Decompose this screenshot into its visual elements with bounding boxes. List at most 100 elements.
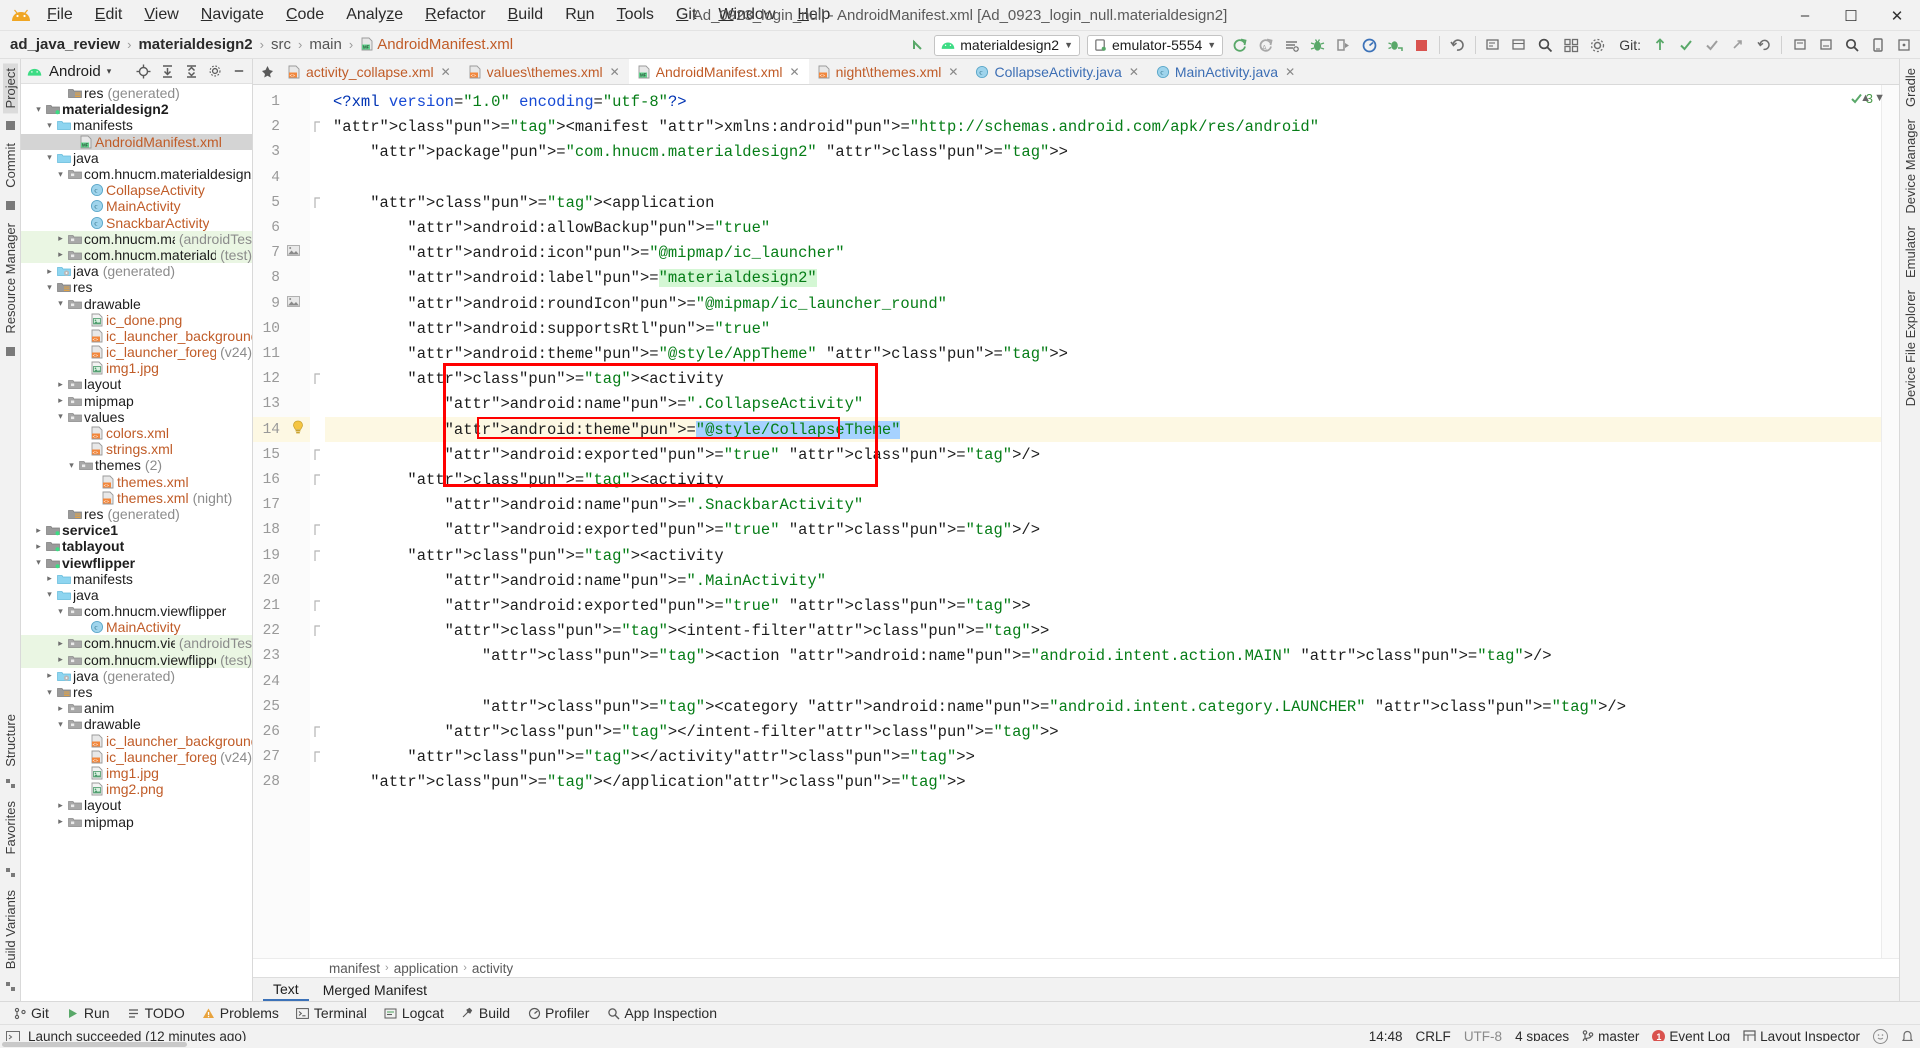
breadcrumb[interactable]: ad_java_review › materialdesign2 › src › main ›… [8, 36, 515, 53]
chevron-down-icon[interactable]: ▾ [54, 298, 67, 309]
rail-tab-favorites[interactable]: Favorites [3, 796, 18, 859]
breadcrumb-item-main[interactable]: main [307, 36, 344, 53]
bookmark-icon[interactable] [1787, 33, 1812, 58]
tree-node-manifests[interactable]: ▾ manifests [21, 117, 252, 133]
tool-window-problems[interactable]: Problems [195, 1004, 286, 1022]
chevron-right-icon[interactable]: ▸ [43, 670, 56, 681]
editor-tab-collapseactivity-java[interactable]: c CollapseActivity.java ✕ [967, 59, 1147, 84]
tool-window-profiler[interactable]: Profiler [520, 1004, 596, 1022]
tree-node-mipmap[interactable]: ▸ mipmap [21, 393, 252, 409]
editor-mode-tab-text[interactable]: Text [263, 979, 309, 1001]
rail-tab-emulator[interactable]: Emulator [1903, 221, 1918, 283]
chevron-right-icon[interactable]: ▸ [54, 395, 67, 406]
chevron-down-icon[interactable]: ▾ [65, 460, 78, 471]
tree-node-service1[interactable]: ▸ service1 [21, 522, 252, 538]
tree-node-snackbaractivity[interactable]: c SnackbarActivity [21, 215, 252, 231]
tree-node-java[interactable]: ▾ java [21, 150, 252, 166]
tree-node-anim[interactable]: ▸ anim [21, 700, 252, 716]
chevron-right-icon[interactable]: ▸ [54, 233, 67, 244]
rail-tab-project[interactable]: Project [2, 63, 18, 114]
more-options-icon[interactable] [1891, 33, 1916, 58]
chevron-up-icon[interactable]: ▲ [1860, 92, 1871, 104]
rail-tab-device-manager[interactable]: Device Manager [1903, 114, 1918, 219]
run-anything-icon[interactable] [1813, 33, 1838, 58]
editor-tab-mainactivity-java[interactable]: c MainActivity.java ✕ [1148, 59, 1304, 84]
tree-node-themes-xml[interactable]: <> themes.xml (night) [21, 490, 252, 506]
tool-window-todo[interactable]: TODO [120, 1004, 192, 1022]
tree-node-ic-launcher-background-xml[interactable]: <> ic_launcher_background.xml [21, 328, 252, 344]
git-history-icon[interactable] [1725, 33, 1750, 58]
line-number-gutter[interactable]: 1 2 3 4 5 6 7 8 9 10 11 12 13 14 15 16 17 18 19 20 21 22 23 24 2… [253, 85, 310, 958]
code-fold-marker[interactable] [313, 373, 322, 388]
editor-tab-night-themes-xml[interactable]: <> night\themes.xml ✕ [809, 59, 968, 84]
code-breadcrumb-manifest[interactable]: manifest [329, 961, 380, 976]
tree-node-layout[interactable]: ▸ layout [21, 376, 252, 392]
editor-tab-androidmanifest-xml[interactable]: MF AndroidManifest.xml ✕ [628, 59, 809, 84]
sync-gradle-icon[interactable] [1227, 33, 1252, 58]
chevron-down-icon[interactable]: ▾ [43, 282, 56, 293]
tool-window-app-inspection[interactable]: App Inspection [599, 1004, 724, 1022]
layout-editor-icon[interactable] [1507, 33, 1532, 58]
run-configuration-selector[interactable]: materialdesign2 ▼ [934, 34, 1081, 56]
chevron-right-icon[interactable]: ▸ [54, 816, 67, 827]
tool-window-run[interactable]: Run [59, 1004, 117, 1022]
tree-node-androidmanifest-xml[interactable]: MF AndroidManifest.xml [21, 133, 252, 150]
editor-tab-values-themes-xml[interactable]: <> values\themes.xml ✕ [460, 59, 629, 84]
debug-icon[interactable] [1305, 33, 1330, 58]
menu-git[interactable]: Git [665, 4, 707, 26]
tree-node-res[interactable]: ▾ res [21, 684, 252, 700]
chevron-down-icon[interactable]: ▾ [32, 104, 45, 115]
image-preview-gutter-icon[interactable] [285, 245, 301, 260]
menu-code[interactable]: Code [275, 4, 335, 26]
code-breadcrumb-application[interactable]: application [394, 961, 459, 976]
close-icon[interactable]: ✕ [948, 65, 958, 79]
code-fold-marker[interactable] [313, 197, 322, 212]
tree-node-com-hnucm-materialdesign2[interactable]: ▸ com.hnucm.materialdesign2(androidTes [21, 230, 252, 247]
breadcrumb-item-androidmanifest-xml[interactable]: MF AndroidManifest.xml [358, 36, 515, 53]
image-preview-gutter-icon[interactable] [285, 295, 301, 311]
menu-analyze[interactable]: Analyze [335, 4, 414, 26]
menu-tools[interactable]: Tools [606, 4, 665, 26]
tree-node-values[interactable]: ▾ values [21, 409, 252, 425]
menu-refactor[interactable]: Refactor [414, 4, 496, 26]
editor-mode-tab-merged-manifest[interactable]: Merged Manifest [313, 980, 437, 1000]
chevron-right-icon[interactable]: ▸ [32, 525, 45, 536]
rail-tab-resource-manager[interactable]: Resource Manager [3, 218, 18, 339]
attach-debugger-icon[interactable] [1331, 33, 1356, 58]
tree-node-viewflipper[interactable]: ▾ viewflipper [21, 554, 252, 571]
tool-window-terminal[interactable]: Terminal [289, 1004, 374, 1022]
git-update-icon[interactable] [1647, 33, 1672, 58]
undo-icon[interactable] [1445, 33, 1470, 58]
tool-window-git[interactable]: Git [6, 1004, 56, 1022]
code-breadcrumb[interactable]: manifest › application › activity [253, 958, 1899, 977]
tree-node-mipmap[interactable]: ▸ mipmap [21, 813, 252, 830]
tree-node-mainactivity[interactable]: c MainActivity [21, 198, 252, 214]
code-fold-marker[interactable] [313, 625, 322, 640]
edit-icon[interactable] [1481, 33, 1506, 58]
tree-node-java[interactable]: ▸ java (generated) [21, 263, 252, 279]
chevron-down-icon[interactable]: ▾ [54, 606, 67, 617]
search-everywhere-icon[interactable] [1839, 33, 1864, 58]
rail-tab-gradle[interactable]: Gradle [1903, 63, 1918, 112]
git-push-icon[interactable] [1699, 33, 1724, 58]
tree-node-res[interactable]: res (generated) [21, 85, 252, 101]
project-tree-hscrollbar[interactable] [0, 1041, 1920, 1048]
tool-window-logcat[interactable]: Logcat [377, 1004, 451, 1022]
chevron-down-icon[interactable]: ▾ [43, 120, 56, 131]
hide-panel-icon[interactable] [228, 61, 250, 81]
tree-node-strings-xml[interactable]: <> strings.xml [21, 441, 252, 457]
tree-node-com-hnucm-materialdesign2[interactable]: ▾ com.hnucm.materialdesign2 [21, 166, 252, 182]
breadcrumb-item-src[interactable]: src [269, 36, 293, 53]
menu-run[interactable]: Run [554, 4, 605, 26]
tree-node-materialdesign2[interactable]: ▾ materialdesign2 [21, 101, 252, 117]
code-folding-gutter[interactable] [310, 85, 325, 958]
breadcrumb-item-materialdesign2[interactable]: materialdesign2 [136, 36, 254, 53]
settings-gear-icon[interactable] [1585, 33, 1610, 58]
chevron-right-icon[interactable]: ▸ [54, 654, 67, 665]
feedback-smiley-icon[interactable] [1873, 1029, 1888, 1044]
close-button[interactable]: ✕ [1874, 0, 1920, 31]
project-tree[interactable]: res (generated) ▾ materialdesign2 ▾ manifests… [21, 84, 252, 1001]
git-commit-icon[interactable] [1673, 33, 1698, 58]
rail-tab-device-file-explorer[interactable]: Device File Explorer [1903, 285, 1918, 411]
project-structure-icon[interactable] [1559, 33, 1584, 58]
